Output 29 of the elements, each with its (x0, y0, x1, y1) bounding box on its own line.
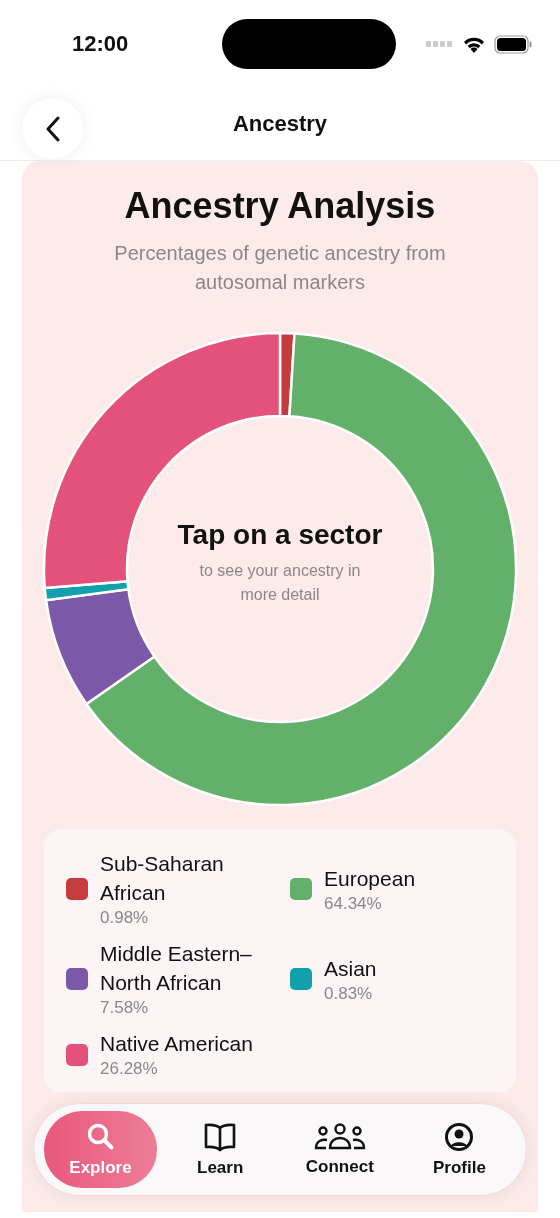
legend-label: Sub-Saharan African (100, 851, 225, 906)
donut-slice[interactable] (44, 587, 156, 706)
wifi-icon (462, 35, 486, 53)
person-circle-icon (444, 1121, 475, 1152)
center-title: Tap on a sector (176, 519, 384, 551)
tab[interactable]: Connect (283, 1111, 397, 1188)
legend-label: Asian (324, 955, 378, 982)
legend-label: European (324, 865, 417, 892)
legend-percent: 64.34% (324, 892, 383, 915)
signal-icon (426, 41, 454, 47)
center-subtitle: to see your ancestry in more detail (198, 561, 362, 605)
donut-slice[interactable] (85, 332, 518, 806)
search-icon (85, 1121, 116, 1152)
legend-label: Native American (100, 1031, 254, 1057)
book-icon (203, 1121, 238, 1152)
status-time: 12:00 (72, 31, 130, 57)
battery-icon (494, 34, 532, 54)
legend-label: Middle Eastern–North African (100, 941, 253, 996)
legend-percent: 0.98% (100, 907, 150, 929)
tab[interactable]: Profile (402, 1111, 516, 1188)
legend-percent: 7.58% (100, 997, 150, 1019)
page-title: Ancestry (232, 111, 328, 137)
tab[interactable]: Learn (163, 1111, 277, 1188)
people-icon (312, 1122, 367, 1151)
legend-percent: 26.28% (100, 1058, 159, 1080)
chevron-left-icon (44, 115, 61, 142)
card-subtitle: Percentages of genetic ancestry from autosomal markers (113, 241, 447, 295)
legend-percent: 0.83% (324, 982, 374, 1005)
card-title: Ancestry Analysis (124, 185, 436, 227)
